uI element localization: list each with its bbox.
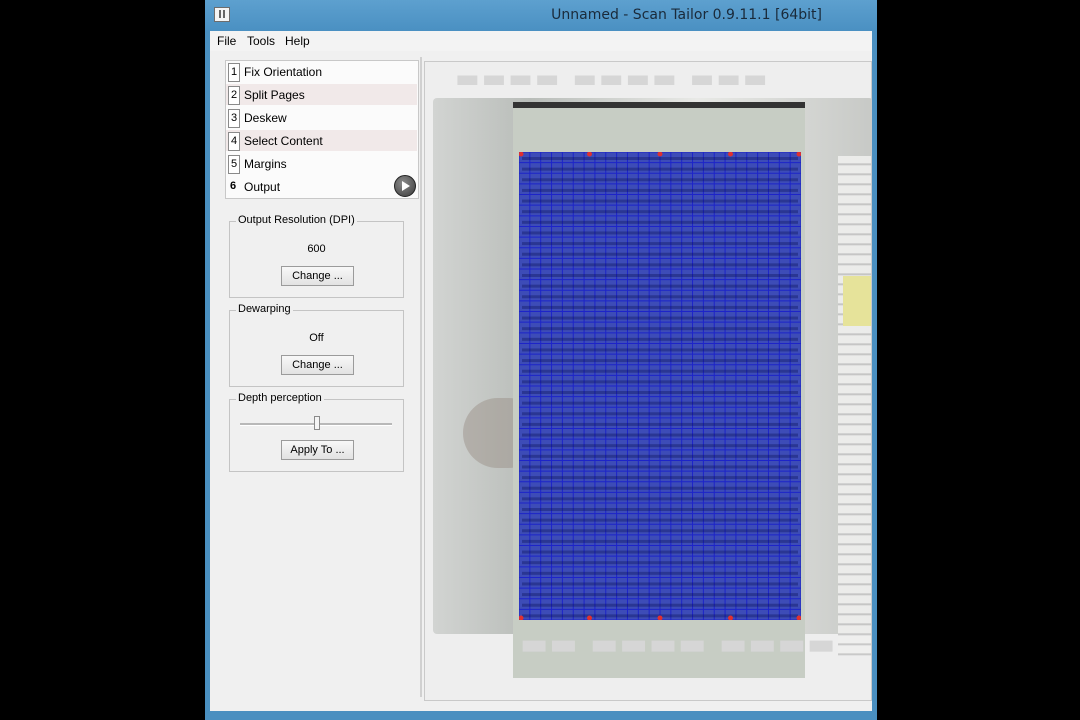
app-window: Unnamed - Scan Tailor 0.9.11.1 [64bit] F…	[205, 0, 877, 720]
text-line	[522, 348, 798, 352]
stage-label: Select Content	[244, 134, 323, 148]
text-line	[522, 412, 798, 416]
title-bar[interactable]: Unnamed - Scan Tailor 0.9.11.1 [64bit]	[205, 0, 877, 31]
facing-page-text	[838, 156, 871, 656]
text-line	[522, 486, 798, 490]
output-resolution-group: Output Resolution (DPI) 600 Change ...	[229, 214, 404, 298]
text-line	[522, 465, 798, 469]
text-line	[522, 603, 798, 607]
text-line	[522, 305, 798, 309]
depth-perception-group: Depth perception Apply To ...	[229, 392, 404, 472]
group-title: Dewarping	[236, 303, 293, 315]
stage-margins[interactable]: 5 Margins	[226, 153, 417, 174]
text-line	[522, 199, 798, 203]
change-dpi-button[interactable]: Change ...	[281, 266, 354, 286]
text-line	[522, 582, 798, 586]
text-line	[522, 284, 798, 288]
stage-label: Fix Orientation	[244, 65, 323, 79]
stage-label: Deskew	[244, 111, 287, 125]
text-line	[522, 539, 798, 543]
dewarping-grid[interactable]	[519, 152, 801, 620]
stage-number: 2	[228, 86, 240, 105]
text-line	[522, 497, 798, 501]
menu-tools[interactable]: Tools	[247, 34, 275, 48]
text-line	[522, 391, 798, 394]
text-line	[522, 157, 798, 160]
text-line	[522, 337, 798, 341]
depth-slider-handle[interactable]	[314, 416, 320, 430]
faint-text-bottom: ▬▬ ▬▬▬▬ ▬▬▬▬	[520, 627, 837, 662]
stage-label: Split Pages	[244, 88, 305, 102]
menu-help[interactable]: Help	[285, 34, 310, 48]
dewarping-value: Off	[309, 332, 324, 344]
text-line	[522, 571, 798, 575]
text-line	[522, 188, 798, 192]
image-view[interactable]: ▬▬▬▬ ▬▬▬▬ ▬▬▬ ▬▬ ▬▬▬▬ ▬▬▬▬	[424, 61, 872, 701]
stage-label: Margins	[244, 157, 287, 171]
text-line	[522, 242, 798, 246]
text-line	[522, 529, 798, 533]
stage-number: 3	[228, 109, 240, 128]
group-title: Depth perception	[236, 392, 324, 404]
text-line	[522, 359, 798, 363]
stage-deskew[interactable]: 3 Deskew	[226, 107, 417, 128]
stage-label: Output	[244, 180, 281, 194]
window-title: Unnamed - Scan Tailor 0.9.11.1 [64bit]	[551, 7, 822, 23]
text-line	[522, 252, 798, 256]
text-line	[522, 433, 798, 437]
text-line	[522, 316, 798, 320]
dewarping-group: Dewarping Off Change ...	[229, 303, 404, 387]
text-line	[522, 167, 798, 171]
stage-number: 1	[228, 63, 240, 82]
play-icon[interactable]	[394, 175, 416, 197]
text-line	[522, 518, 798, 522]
stage-select-content[interactable]: 4 Select Content	[226, 130, 417, 151]
change-dewarping-button[interactable]: Change ...	[281, 355, 354, 375]
text-line	[522, 231, 798, 235]
menu-bar: File Tools Help	[210, 31, 872, 51]
faint-text-top: ▬▬▬▬ ▬▬▬▬ ▬▬▬	[455, 64, 770, 94]
highlight-mark	[843, 276, 871, 326]
text-line	[522, 178, 798, 182]
text-line	[522, 327, 798, 331]
apply-to-button[interactable]: Apply To ...	[281, 440, 354, 460]
stage-list: 1 Fix Orientation 2 Split Pages 3 Deskew…	[225, 60, 419, 199]
text-line	[522, 550, 798, 554]
text-line	[522, 476, 798, 480]
stage-number: 5	[228, 155, 240, 174]
text-line	[522, 561, 798, 565]
text-line	[522, 508, 798, 511]
text-line	[522, 422, 798, 426]
options-panel: 1 Fix Orientation 2 Split Pages 3 Deskew…	[210, 51, 420, 711]
text-line	[522, 369, 798, 373]
page-top-edge	[513, 102, 805, 108]
stage-split-pages[interactable]: 2 Split Pages	[226, 84, 417, 105]
dpi-value: 600	[307, 243, 326, 255]
stage-fix-orientation[interactable]: 1 Fix Orientation	[226, 61, 417, 82]
text-line	[522, 210, 798, 214]
text-line	[522, 274, 798, 277]
text-line	[522, 380, 798, 384]
stage-output[interactable]: 6 Output	[226, 176, 417, 197]
menu-file[interactable]: File	[217, 34, 236, 48]
main-area: 1 Fix Orientation 2 Split Pages 3 Deskew…	[210, 51, 872, 711]
text-line	[522, 454, 798, 458]
text-line	[522, 220, 798, 224]
group-title: Output Resolution (DPI)	[236, 214, 357, 226]
text-line	[522, 401, 798, 405]
text-line	[522, 593, 798, 597]
text-line	[522, 444, 798, 448]
stage-number: 4	[228, 132, 240, 151]
panel-splitter[interactable]	[420, 57, 422, 697]
text-line	[522, 263, 798, 267]
stage-number: 6	[229, 180, 237, 192]
text-line	[522, 295, 798, 299]
